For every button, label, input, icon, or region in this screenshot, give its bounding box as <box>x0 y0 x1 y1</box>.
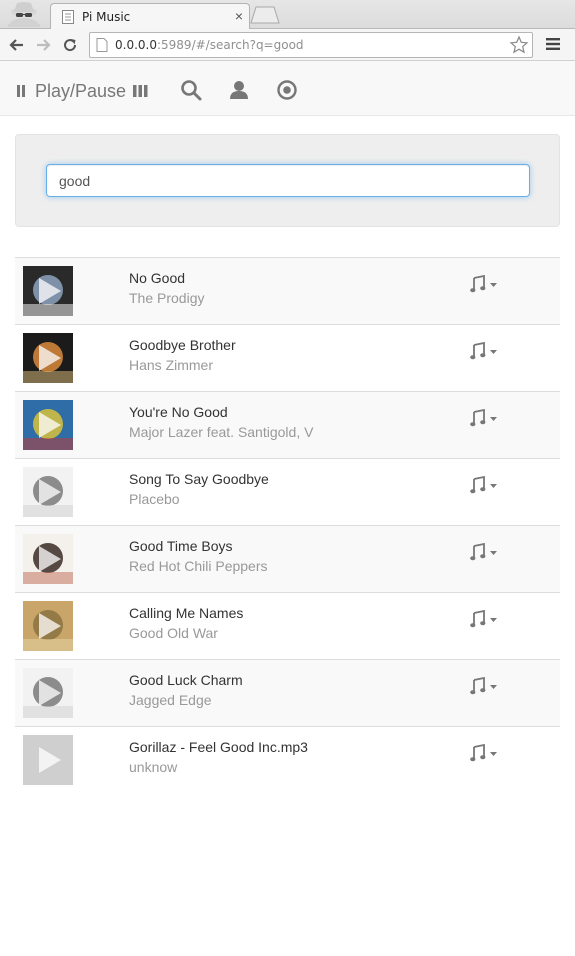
tab-close-icon[interactable]: × <box>235 8 243 24</box>
table-row[interactable]: You're No Good Major Lazer feat. Santigo… <box>15 391 560 458</box>
table-row[interactable]: Calling Me Names Good Old War <box>15 592 560 659</box>
table-row[interactable]: Gorillaz - Feel Good Inc.mp3 unknow <box>15 726 560 793</box>
track-title: No Good <box>129 270 186 286</box>
music-note-dropdown-icon[interactable] <box>470 744 502 762</box>
music-note-dropdown-icon[interactable] <box>470 409 502 427</box>
album-art[interactable] <box>23 266 73 316</box>
track-artist: unknow <box>129 759 178 775</box>
music-note-dropdown-icon[interactable] <box>470 677 502 695</box>
tab-title: Pi Music <box>82 10 131 24</box>
browser-toolbar: 0.0.0.0:5989/#/search?q=good <box>0 29 575 61</box>
album-art[interactable] <box>23 735 73 785</box>
album-art[interactable] <box>23 467 73 517</box>
url-host: 0.0.0.0 <box>115 38 157 52</box>
track-title: You're No Good <box>129 404 228 420</box>
results-table: No Good The Prodigy Goodbye Brother Hans… <box>15 257 560 793</box>
music-note-dropdown-icon[interactable] <box>470 342 502 360</box>
page-favicon-icon <box>62 10 74 24</box>
play-pause-button[interactable]: Play/Pause <box>15 80 150 102</box>
record-icon[interactable] <box>275 78 299 102</box>
table-row[interactable]: Good Luck Charm Jagged Edge <box>15 659 560 726</box>
track-artist: Hans Zimmer <box>129 357 214 373</box>
track-title: Good Luck Charm <box>129 672 243 688</box>
browser-menu-icon[interactable] <box>546 37 560 51</box>
new-tab-button[interactable] <box>250 6 280 24</box>
album-art[interactable] <box>23 601 73 651</box>
url-text: 0.0.0.0:5989/#/search?q=good <box>115 38 304 52</box>
track-artist: Red Hot Chili Peppers <box>129 558 268 574</box>
music-note-dropdown-icon[interactable] <box>470 543 502 561</box>
track-artist: Good Old War <box>129 625 218 641</box>
track-artist: The Prodigy <box>129 290 205 306</box>
album-art[interactable] <box>23 333 73 383</box>
track-title: Good Time Boys <box>129 538 233 554</box>
back-arrow-icon[interactable] <box>7 35 27 55</box>
track-artist: Placebo <box>129 491 180 507</box>
incognito-icon <box>7 2 41 27</box>
music-note-dropdown-icon[interactable] <box>470 610 502 628</box>
table-row[interactable]: Goodbye Brother Hans Zimmer <box>15 324 560 391</box>
music-note-dropdown-icon[interactable] <box>470 476 502 494</box>
music-note-dropdown-icon[interactable] <box>470 275 502 293</box>
forward-arrow-icon[interactable] <box>33 35 53 55</box>
search-icon[interactable] <box>179 78 203 102</box>
album-art[interactable] <box>23 400 73 450</box>
bookmark-star-icon[interactable] <box>509 35 529 55</box>
table-row[interactable]: Good Time Boys Red Hot Chili Peppers <box>15 525 560 592</box>
album-art[interactable] <box>23 534 73 584</box>
album-art[interactable] <box>23 668 73 718</box>
pause-icon <box>17 85 25 97</box>
table-row[interactable]: Song To Say Goodbye Placebo <box>15 458 560 525</box>
search-input[interactable] <box>46 164 530 197</box>
reload-icon[interactable] <box>60 35 80 55</box>
table-row[interactable]: No Good The Prodigy <box>15 257 560 324</box>
track-title: Goodbye Brother <box>129 337 236 353</box>
browser-tab-strip: Pi Music × <box>0 0 575 30</box>
track-title: Calling Me Names <box>129 605 244 621</box>
library-icon <box>133 85 148 97</box>
track-artist: Major Lazer feat. Santigold, V <box>129 424 314 440</box>
user-icon[interactable] <box>227 78 251 102</box>
address-bar[interactable]: 0.0.0.0:5989/#/search?q=good <box>89 32 533 58</box>
browser-tab-active[interactable]: Pi Music × <box>50 3 250 30</box>
page-icon <box>96 38 108 52</box>
track-title: Song To Say Goodbye <box>129 471 269 487</box>
track-title: Gorillaz - Feel Good Inc.mp3 <box>129 739 308 755</box>
play-pause-label: Play/Pause <box>35 80 127 101</box>
track-artist: Jagged Edge <box>129 692 212 708</box>
url-path: :5989/#/search?q=good <box>156 38 304 52</box>
app-navbar: Play/Pause <box>0 61 575 116</box>
search-panel <box>15 134 560 227</box>
